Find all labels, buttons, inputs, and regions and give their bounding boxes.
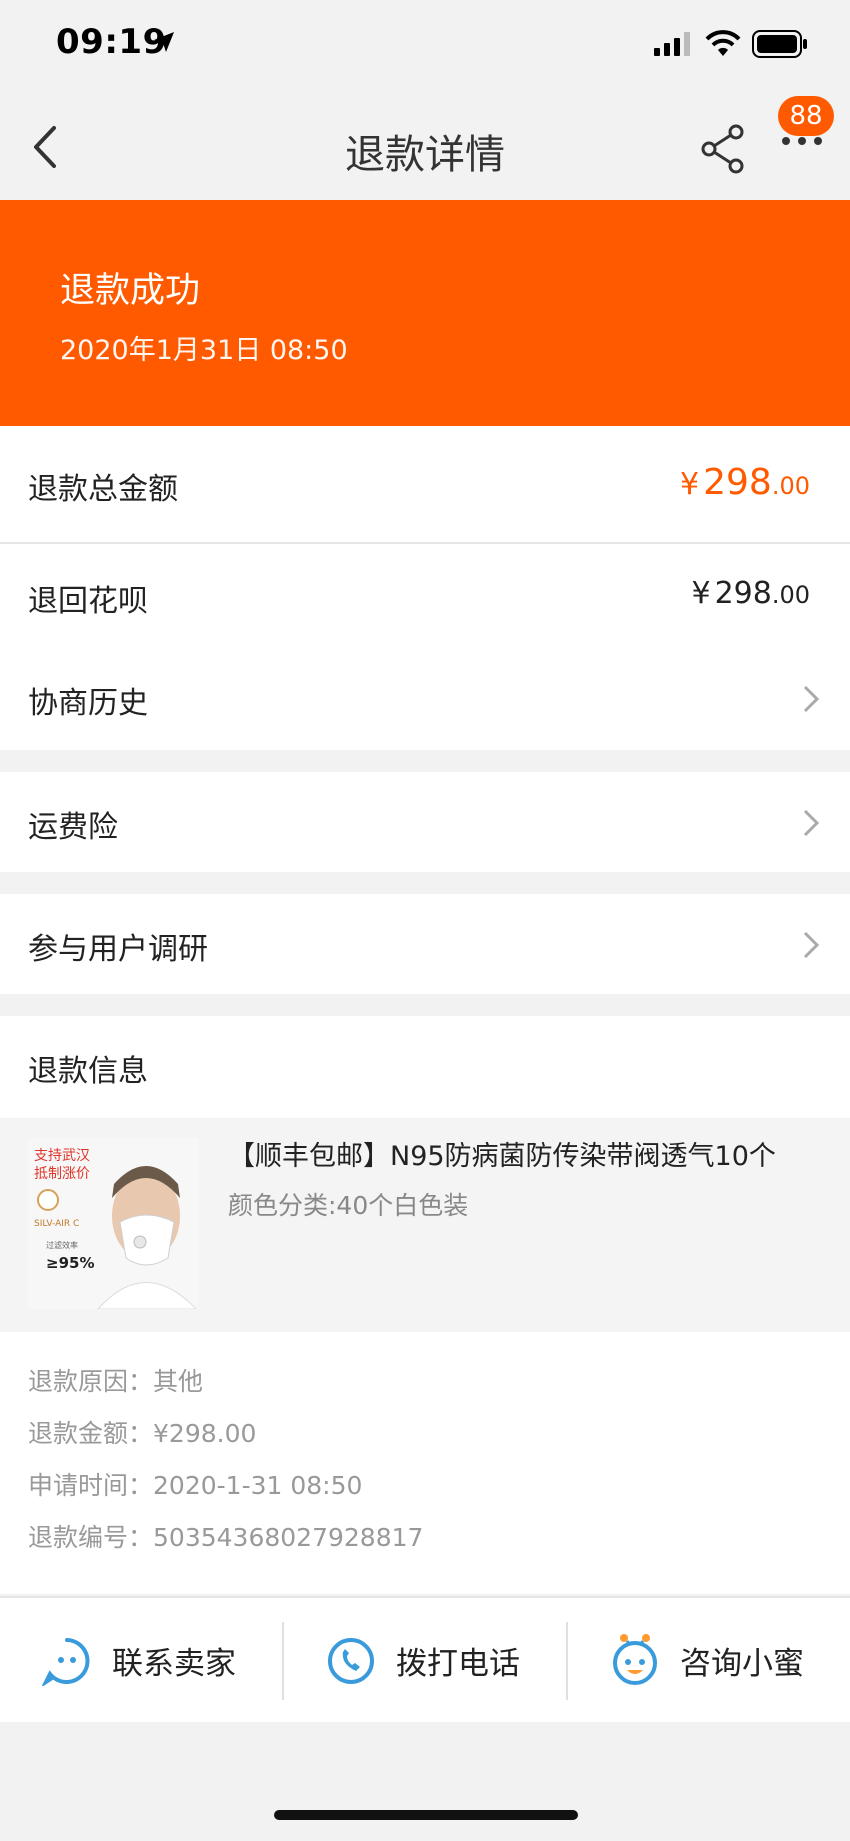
huabei-row: 退回花呗 ¥298.00 xyxy=(0,544,850,648)
contact-seller-button[interactable]: 联系卖家 xyxy=(0,1598,283,1722)
bee-icon xyxy=(613,1634,657,1685)
notification-badge: 88 xyxy=(778,96,834,136)
image-text-1: 支持武汉 xyxy=(34,1148,90,1164)
chevron-right-icon xyxy=(803,931,820,959)
call-label: 拨打电话 xyxy=(396,1646,520,1682)
image-eff: ≥95% xyxy=(46,1254,94,1272)
call-button[interactable]: 拨打电话 xyxy=(284,1598,567,1722)
refund-status-time: 2020年1月31日 08:50 xyxy=(60,335,348,366)
location-arrow-icon xyxy=(154,32,174,52)
huabei-amount: ¥298.00 xyxy=(691,576,810,611)
chat-face-icon xyxy=(42,1638,90,1686)
user-survey-row[interactable]: 参与用户调研 xyxy=(0,894,850,994)
shipping-insurance-label: 运费险 xyxy=(28,810,118,845)
share-icon[interactable] xyxy=(700,124,746,174)
product-item[interactable]: 支持武汉 抵制涨价 SILV-AIR C 过滤效率 ≥95% 【顺丰包邮】N95… xyxy=(0,1118,850,1332)
refund-number-label: 退款编号： xyxy=(28,1523,154,1552)
currency-symbol: ¥ xyxy=(680,467,700,502)
mask-product-icon: 支持武汉 抵制涨价 SILV-AIR C 过滤效率 ≥95% xyxy=(28,1138,199,1309)
consult-assistant-button[interactable]: 咨询小蜜 xyxy=(568,1598,850,1722)
chevron-right-icon xyxy=(803,809,820,837)
refund-reason-value: 其他 xyxy=(153,1367,204,1396)
refund-status: 退款成功 xyxy=(60,271,201,311)
image-text-2: 抵制涨价 xyxy=(34,1166,90,1182)
amount-integer: 298 xyxy=(703,462,772,503)
refund-amount-label: 退款金额： xyxy=(28,1419,154,1448)
signal-icon xyxy=(654,32,690,56)
product-spec: 颜色分类:40个白色装 xyxy=(228,1191,469,1220)
negotiation-history-row[interactable]: 协商历史 xyxy=(0,648,850,750)
amount-integer: 298 xyxy=(714,576,772,611)
shipping-insurance-row[interactable]: 运费险 xyxy=(0,772,850,872)
more-icon[interactable] xyxy=(780,134,824,148)
amount-decimal: .00 xyxy=(771,581,810,609)
refund-info-header: 退款信息 xyxy=(0,1016,850,1118)
product-image[interactable]: 支持武汉 抵制涨价 SILV-AIR C 过滤效率 ≥95% xyxy=(28,1138,199,1309)
status-bar: 09:19 xyxy=(0,0,850,92)
negotiation-history-label: 协商历史 xyxy=(28,686,148,721)
battery-icon xyxy=(752,30,807,58)
refund-number-value: 50354368027928817 xyxy=(153,1523,424,1552)
amount-decimal: .00 xyxy=(771,472,810,500)
contact-seller-label: 联系卖家 xyxy=(112,1646,236,1682)
refund-total-row: 退款总金额 ¥298.00 xyxy=(0,426,850,542)
refund-reason: 退款原因：其他 xyxy=(28,1362,203,1398)
user-survey-label: 参与用户调研 xyxy=(28,932,208,967)
status-time: 09:19 xyxy=(56,22,167,62)
action-bar: 联系卖家 拨打电话 咨询小蜜 xyxy=(0,1596,850,1722)
nav-bar: 退款详情 88 xyxy=(0,92,850,200)
apply-time-label: 申请时间： xyxy=(28,1471,154,1500)
currency-symbol: ¥ xyxy=(691,576,711,611)
refund-total-amount: ¥298.00 xyxy=(680,462,810,503)
status-banner: 退款成功 2020年1月31日 08:50 xyxy=(0,200,850,426)
refund-total-label: 退款总金额 xyxy=(28,472,178,507)
home-indicator xyxy=(274,1810,578,1820)
consult-assistant-label: 咨询小蜜 xyxy=(680,1646,804,1682)
image-brand: SILV-AIR C xyxy=(34,1219,79,1229)
image-eff-label: 过滤效率 xyxy=(46,1240,78,1250)
chevron-right-icon xyxy=(803,685,820,713)
refund-number: 退款编号：50354368027928817 xyxy=(28,1518,423,1554)
huabei-label: 退回花呗 xyxy=(28,584,148,619)
apply-time-value: 2020-1-31 08:50 xyxy=(153,1471,363,1500)
refund-reason-label: 退款原因： xyxy=(28,1367,154,1396)
apply-time: 申请时间：2020-1-31 08:50 xyxy=(28,1466,362,1502)
refund-amount: 退款金额：¥298.00 xyxy=(28,1414,256,1450)
product-title[interactable]: 【顺丰包邮】N95防病菌防传染带阀透气10个 xyxy=(228,1134,776,1173)
refund-amount-value: ¥298.00 xyxy=(153,1419,257,1448)
refund-info-title: 退款信息 xyxy=(28,1054,148,1089)
wifi-icon xyxy=(705,30,741,56)
phone-icon xyxy=(328,1638,374,1684)
refund-info-details: 退款原因：其他 退款金额：¥298.00 申请时间：2020-1-31 08:5… xyxy=(0,1332,850,1594)
